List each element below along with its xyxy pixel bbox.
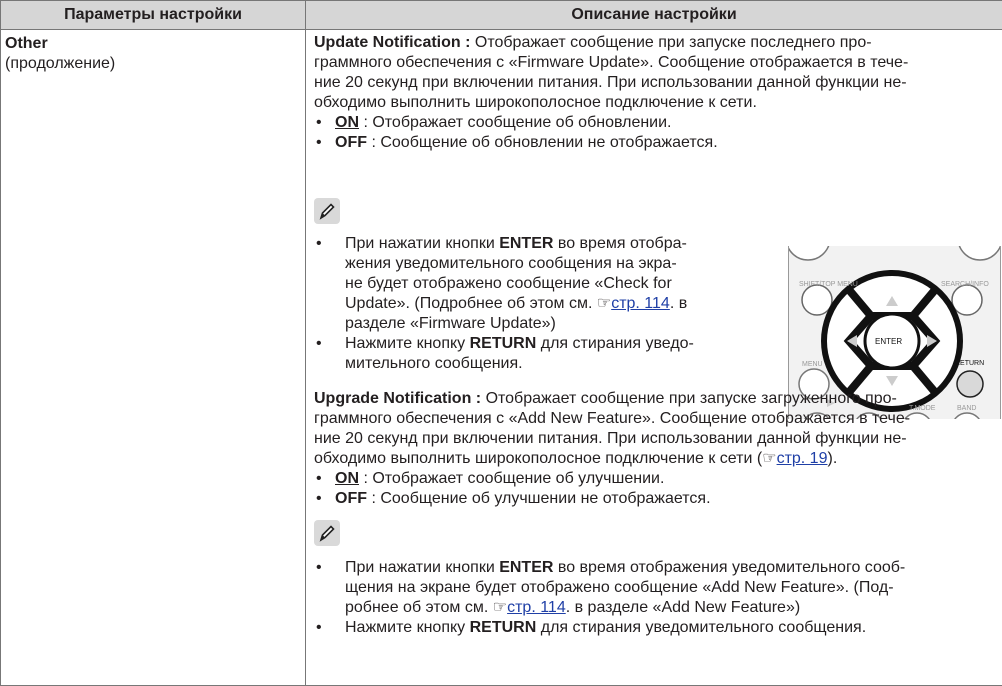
update-on-option: ON : Отображает сообщение об обновлении. (335, 113, 672, 133)
upgrade-line-2: граммного обеспечения с «Add New Feature… (314, 409, 1002, 429)
table-header-row: Параметры настройки Описание настройки (1, 1, 1002, 30)
note2-line-4: Нажмите кнопку RETURN для стирания уведо… (345, 618, 866, 638)
table-row: Other (продолжение) Update Notification … (1, 30, 1002, 686)
update-line-1: Update Notification : Отображает сообщен… (314, 33, 1002, 53)
note1-line-2: жения уведомительного сообщения на экра- (345, 254, 677, 274)
bullet: • (316, 113, 322, 133)
remote-label-search: SEARCH/INFO (941, 281, 989, 288)
bullet: • (316, 489, 322, 509)
upgrade-line-3: ние 20 секунд при включении питания. При… (314, 429, 1002, 449)
bullet: • (316, 133, 322, 153)
pencil-note-icon (314, 520, 340, 546)
description-cell: Update Notification : Отображает сообщен… (306, 30, 1002, 686)
upgrade-line-1: Upgrade Notification : Отображает сообще… (314, 389, 1002, 409)
note1-line-6: Нажмите кнопку RETURN для стирания уведо… (345, 334, 694, 354)
upgrade-off-option: OFF : Сообщение об улучшении не отобража… (335, 489, 711, 509)
note1-line-1: При нажатии кнопки ENTER во время отобра… (345, 234, 687, 254)
remote-label-menu: MENU (802, 361, 823, 368)
remote-label-shift: SHIFT/TOP MENU (799, 281, 858, 288)
bullet: • (316, 469, 322, 489)
note1-line-3: не будет отображено сообщение «Check for (345, 274, 672, 294)
note1-line-7: мительного сообщения. (345, 354, 523, 374)
settings-table: Параметры настройки Описание настройки O… (0, 0, 1002, 686)
update-line-3: ние 20 секунд при включении питания. При… (314, 73, 1002, 93)
setting-subtitle: (продолжение) (5, 54, 305, 74)
header-description: Описание настройки (306, 1, 1002, 30)
bullet: • (316, 334, 322, 354)
note2-line-3: робнее об этом см. ☞стр. 114. в разделе … (345, 598, 800, 618)
pencil-note-icon (314, 198, 340, 224)
note2-line-2: щения на экране будет отображено сообщен… (345, 578, 894, 598)
update-line-4: обходимо выполнить широкополосное подклю… (314, 93, 1002, 113)
page-link[interactable]: стр. 19 (777, 450, 828, 467)
page-link[interactable]: стр. 114 (611, 295, 670, 312)
note2-line-1: При нажатии кнопки ENTER во время отобра… (345, 558, 905, 578)
bullet: • (316, 234, 322, 254)
upgrade-line-4: обходимо выполнить широкополосное подклю… (314, 449, 1002, 469)
settings-cell: Other (продолжение) (1, 30, 306, 686)
setting-name: Other (5, 34, 305, 54)
update-title: Update Notification : (314, 34, 470, 51)
bullet: • (316, 618, 322, 638)
note1-line-5: разделе «Firmware Update») (345, 314, 556, 334)
upgrade-title: Upgrade Notification : (314, 390, 481, 407)
note1-line-4: Update». (Подробнее об этом см. ☞стр. 11… (345, 294, 687, 314)
page-link[interactable]: стр. 114 (507, 599, 566, 616)
remote-label-enter: ENTER (875, 337, 902, 346)
remote-label-return: RETURN (955, 360, 984, 367)
update-off-option: OFF : Сообщение об обновлении не отображ… (335, 133, 718, 153)
header-settings: Параметры настройки (1, 1, 306, 30)
update-line-2: граммного обеспечения с «Firmware Update… (314, 53, 1002, 73)
upgrade-on-option: ON : Отображает сообщение об улучшении. (335, 469, 664, 489)
bullet: • (316, 558, 322, 578)
